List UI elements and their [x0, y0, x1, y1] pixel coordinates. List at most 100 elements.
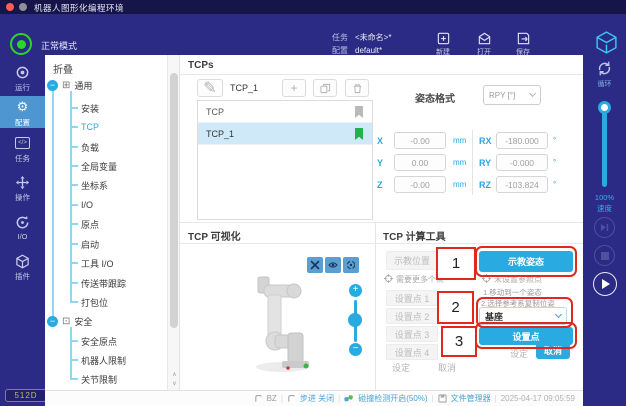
tree-item-pack-pos[interactable]: 打包位 — [70, 294, 108, 310]
play-icon — [601, 279, 610, 289]
cancel-left-button[interactable]: 取消 — [438, 361, 456, 374]
collision-icon — [344, 394, 354, 403]
play-button[interactable] — [593, 272, 617, 296]
shield-icon: ⊡ — [62, 316, 70, 327]
cancel-right-button[interactable]: 取消 — [536, 342, 570, 359]
step-button[interactable] — [594, 217, 615, 238]
collapse-icon[interactable]: − — [47, 316, 58, 327]
confirm-right-button[interactable]: 设定 — [510, 347, 528, 360]
app-window: 机器人图形化编程环境 正常模式 任务 <未命名>* 配置 default* 新建… — [0, 0, 626, 406]
left-sidebar: 运行 ⚙ 配置 </> 任务 操作 I/O 插件 512D — [0, 55, 45, 406]
set-point-3-button[interactable]: 设置点 3 — [386, 326, 438, 342]
zoom-in-button[interactable]: + — [349, 284, 362, 297]
right-status-text: 未设置参照点 — [494, 274, 542, 285]
z-unit: mm — [453, 180, 466, 189]
loop-mode-button[interactable]: 循环 — [583, 60, 626, 89]
sidebar-item-operate[interactable]: 操作 — [0, 171, 45, 203]
set-point-2-button[interactable]: 设置点 2 — [386, 308, 438, 324]
tcp-name-value: TCP_1 — [230, 83, 258, 93]
teach-pose-button[interactable]: 示教姿态 — [479, 251, 573, 272]
collapse-icon[interactable]: − — [47, 80, 58, 91]
y-field[interactable] — [394, 154, 446, 171]
open-button[interactable]: 打开 — [468, 31, 500, 57]
rz-field[interactable] — [496, 176, 548, 193]
right-sidebar: 循环 100% 速度 — [583, 55, 626, 406]
visual-title: TCP 可视化 — [188, 228, 241, 243]
tree-item-coord-sys[interactable]: 坐标系 — [70, 177, 108, 193]
tools-button[interactable] — [307, 257, 323, 273]
tree-item-io[interactable]: I/O — [70, 197, 93, 213]
pose-format-dropdown[interactable]: RPY [°] — [483, 85, 541, 105]
calc-title: TCP 计算工具 — [383, 228, 446, 243]
zoom-slider-handle[interactable] — [348, 313, 362, 327]
ry-unit: ° — [553, 158, 556, 167]
sidebar-item-task[interactable]: </> 任务 — [0, 132, 45, 164]
confirm-left-button[interactable]: 设定 — [392, 361, 410, 374]
z-field[interactable] — [394, 176, 446, 193]
step1-text: 1.移动到一个姿态 — [483, 287, 542, 298]
tree-item-joint-limits[interactable]: 关节限制 — [70, 371, 117, 387]
tree-item-global-vars[interactable]: 全局变量 — [70, 158, 117, 174]
visibility-button[interactable] — [325, 257, 341, 273]
teach-position-tab[interactable]: 示教位置 — [386, 251, 438, 270]
set-point-4-button[interactable]: 设置点 4 — [386, 344, 438, 360]
y-label: Y — [377, 158, 383, 168]
close-window-button[interactable] — [6, 3, 14, 11]
sidebar-item-config[interactable]: ⚙ 配置 — [0, 96, 45, 128]
sidebar-item-run[interactable]: 运行 — [0, 61, 45, 93]
x-label: X — [377, 136, 383, 146]
bookmark-active-icon[interactable] — [354, 128, 364, 140]
new-button[interactable]: 新建 — [427, 31, 459, 57]
tree-group-general[interactable]: − ⊞ 通用 — [47, 77, 92, 93]
file-manager-link[interactable]: 文件管理器 — [451, 393, 491, 404]
step-mode-status[interactable]: 步进 关闭 — [300, 393, 334, 404]
move-icon — [15, 174, 31, 190]
tree-item-install[interactable]: 安装 — [70, 100, 99, 116]
tree-item-conveyor[interactable]: 传送带跟踪 — [70, 275, 126, 291]
tree-scrollbar[interactable]: ∧ ∨ — [167, 55, 180, 390]
set-point-1-button[interactable]: 设置点 1 — [386, 290, 438, 306]
tcp-list-row[interactable]: TCP — [198, 101, 372, 123]
collision-status[interactable]: 碰撞检测开启(50%) — [358, 393, 427, 404]
save-button[interactable]: 保存 — [507, 31, 539, 57]
tree-item-tcp[interactable]: TCP — [70, 119, 99, 135]
sidebar-item-plugin[interactable]: 插件 — [0, 250, 45, 282]
status-bar: BZ | 步进 关闭 | 碰撞检测开启(50%) | 文件管理器 | 2025-… — [45, 390, 583, 406]
y-unit: mm — [453, 158, 466, 167]
save-icon — [516, 31, 531, 46]
bookmark-icon[interactable] — [354, 106, 364, 118]
rotate-view-button[interactable] — [343, 257, 359, 273]
tree-item-home[interactable]: 原点 — [70, 216, 99, 232]
rx-field[interactable] — [496, 132, 548, 149]
tree-item-payload[interactable]: 负载 — [70, 139, 99, 155]
stop-button[interactable] — [594, 245, 615, 266]
tree-item-tool-io[interactable]: 工具 I/O — [70, 255, 114, 271]
tree-group-safety[interactable]: − ⊡ 安全 — [47, 313, 92, 329]
speed-slider-handle[interactable] — [598, 101, 611, 114]
reference-frame-dropdown[interactable]: 基座 — [479, 307, 567, 325]
x-field[interactable] — [394, 132, 446, 149]
ry-field[interactable] — [496, 154, 548, 171]
tree-item-startup[interactable]: 启动 — [70, 236, 99, 252]
bz-indicator[interactable]: BZ — [267, 394, 277, 403]
tcps-title: TCPs — [188, 60, 214, 71]
minimize-window-button[interactable] — [19, 3, 27, 11]
window-title: 机器人图形化编程环境 — [34, 2, 124, 14]
plus-icon: + — [290, 81, 297, 95]
delete-tcp-button[interactable] — [345, 79, 369, 97]
chevron-down-icon — [529, 90, 536, 97]
config-tree-panel: 折叠 − ⊞ 通用 安装 TCP 负载 全局变量 坐标系 I/O 原点 启动 工… — [45, 55, 167, 390]
add-tcp-button[interactable]: + — [282, 79, 306, 97]
teach-pose-label: 示教姿态 — [508, 255, 544, 268]
edit-name-button[interactable]: ✎ — [197, 79, 223, 97]
tree-title: 折叠 — [53, 61, 73, 76]
tree-item-robot-limits[interactable]: 机器人限制 — [70, 352, 126, 368]
copy-tcp-button[interactable] — [313, 79, 337, 97]
tcp-row-name: TCP_1 — [206, 129, 234, 139]
sidebar-item-io[interactable]: I/O — [0, 211, 45, 241]
tree-item-safe-home[interactable]: 安全原点 — [70, 333, 117, 349]
version-badge: 512D — [5, 389, 47, 402]
tcp-list-row-selected[interactable]: TCP_1 — [198, 123, 372, 145]
scrollbar-thumb[interactable] — [170, 73, 178, 328]
zoom-out-button[interactable]: − — [349, 343, 362, 356]
